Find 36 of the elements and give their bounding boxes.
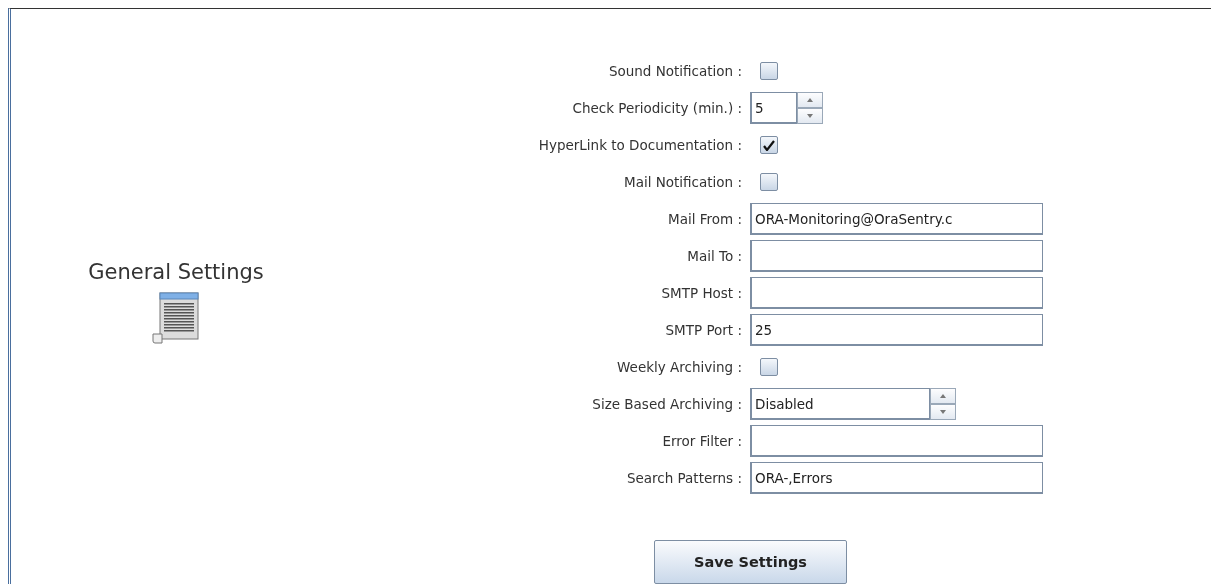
field-label: SMTP Host :: [661, 285, 742, 301]
decrement-button[interactable]: [797, 108, 823, 124]
document-icon: [151, 292, 201, 344]
increment-button[interactable]: [797, 92, 823, 108]
text-field[interactable]: 25: [750, 314, 1043, 346]
down-arrow-icon: [807, 114, 813, 118]
field-label: Search Patterns :: [626, 470, 742, 486]
text-field[interactable]: [750, 425, 1043, 457]
increment-button[interactable]: [930, 388, 956, 404]
field-label: Sound Notification :: [608, 63, 742, 79]
checkbox[interactable]: [760, 358, 778, 376]
down-arrow-icon: [940, 410, 946, 414]
checkbox[interactable]: [760, 62, 778, 80]
field-label: Check Periodicity (min.) :: [572, 100, 742, 116]
spinner-field[interactable]: Disabled: [750, 388, 930, 420]
text-field[interactable]: [750, 240, 1043, 272]
checkbox[interactable]: [760, 136, 778, 154]
text-field[interactable]: [750, 277, 1043, 309]
save-button[interactable]: Save Settings: [654, 540, 847, 584]
field-label: Weekly Archiving :: [617, 359, 742, 375]
section-title: General Settings: [88, 260, 264, 284]
field-label: Size Based Archiving :: [592, 396, 742, 412]
text-field[interactable]: ORA-Monitoring@OraSentry.c: [750, 203, 1043, 235]
field-label: Error Filter :: [662, 433, 742, 449]
decrement-button[interactable]: [930, 404, 956, 420]
checkbox[interactable]: [760, 173, 778, 191]
text-field[interactable]: ORA-,Errors: [750, 462, 1043, 494]
up-arrow-icon: [940, 394, 946, 398]
field-label: HyperLink to Documentation :: [538, 137, 742, 153]
field-label: SMTP Port :: [665, 322, 742, 338]
spinner-field[interactable]: 5: [750, 92, 797, 124]
check-icon: [763, 139, 775, 151]
field-label: Mail From :: [668, 211, 742, 227]
up-arrow-icon: [807, 98, 813, 102]
field-label: Mail Notification :: [624, 174, 742, 190]
field-label: Mail To :: [687, 248, 742, 264]
